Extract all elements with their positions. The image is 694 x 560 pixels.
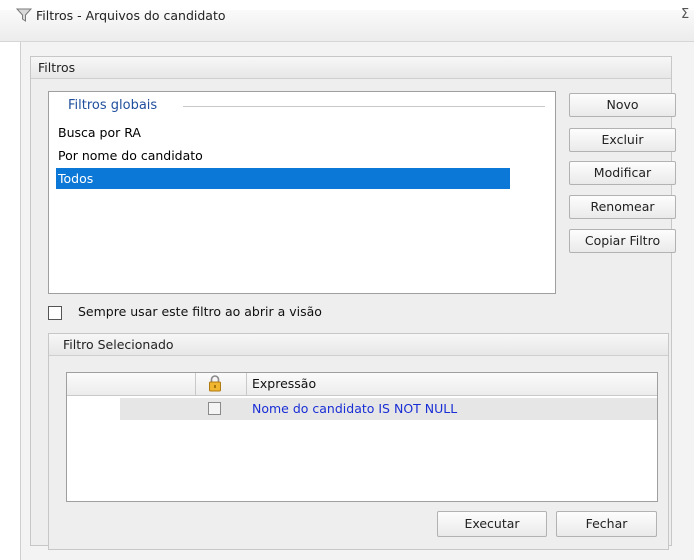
filter-list-item[interactable]: Busca por RA — [56, 122, 510, 143]
copy-filter-button[interactable]: Copiar Filtro — [569, 229, 676, 253]
filter-list-item-selected[interactable]: Todos — [56, 168, 510, 189]
row-lock-checkbox[interactable] — [208, 402, 221, 415]
column-divider — [246, 373, 247, 396]
filter-icon — [16, 8, 32, 22]
expression-cell[interactable]: Nome do candidato IS NOT NULL — [252, 401, 457, 416]
new-filter-button[interactable]: Novo — [569, 93, 676, 117]
lock-icon — [209, 375, 221, 392]
always-use-filter-label[interactable]: Sempre usar este filtro ao abrir a visão — [78, 304, 322, 319]
filters-group-title: Filtros — [38, 60, 76, 75]
section-divider — [183, 106, 545, 107]
window-title: Filtros - Arquivos do candidato — [36, 8, 226, 23]
execute-button[interactable]: Executar — [437, 511, 547, 537]
modify-filter-button[interactable]: Modificar — [569, 161, 676, 185]
column-divider — [195, 373, 196, 396]
selected-filter-group-title: Filtro Selecionado — [63, 337, 174, 352]
grid-header — [67, 373, 657, 396]
close-icon[interactable]: Σ — [681, 7, 694, 23]
rename-filter-button[interactable]: Renomear — [569, 195, 676, 219]
close-button[interactable]: Fechar — [556, 511, 657, 537]
delete-filter-button[interactable]: Excluir — [569, 128, 676, 152]
always-use-filter-checkbox[interactable] — [48, 306, 62, 320]
filter-list-section-title: Filtros globais — [68, 98, 158, 113]
filter-list-item[interactable]: Por nome do candidato — [56, 145, 510, 166]
filters-group-header — [31, 57, 671, 79]
column-header-expression[interactable]: Expressão — [252, 376, 316, 391]
